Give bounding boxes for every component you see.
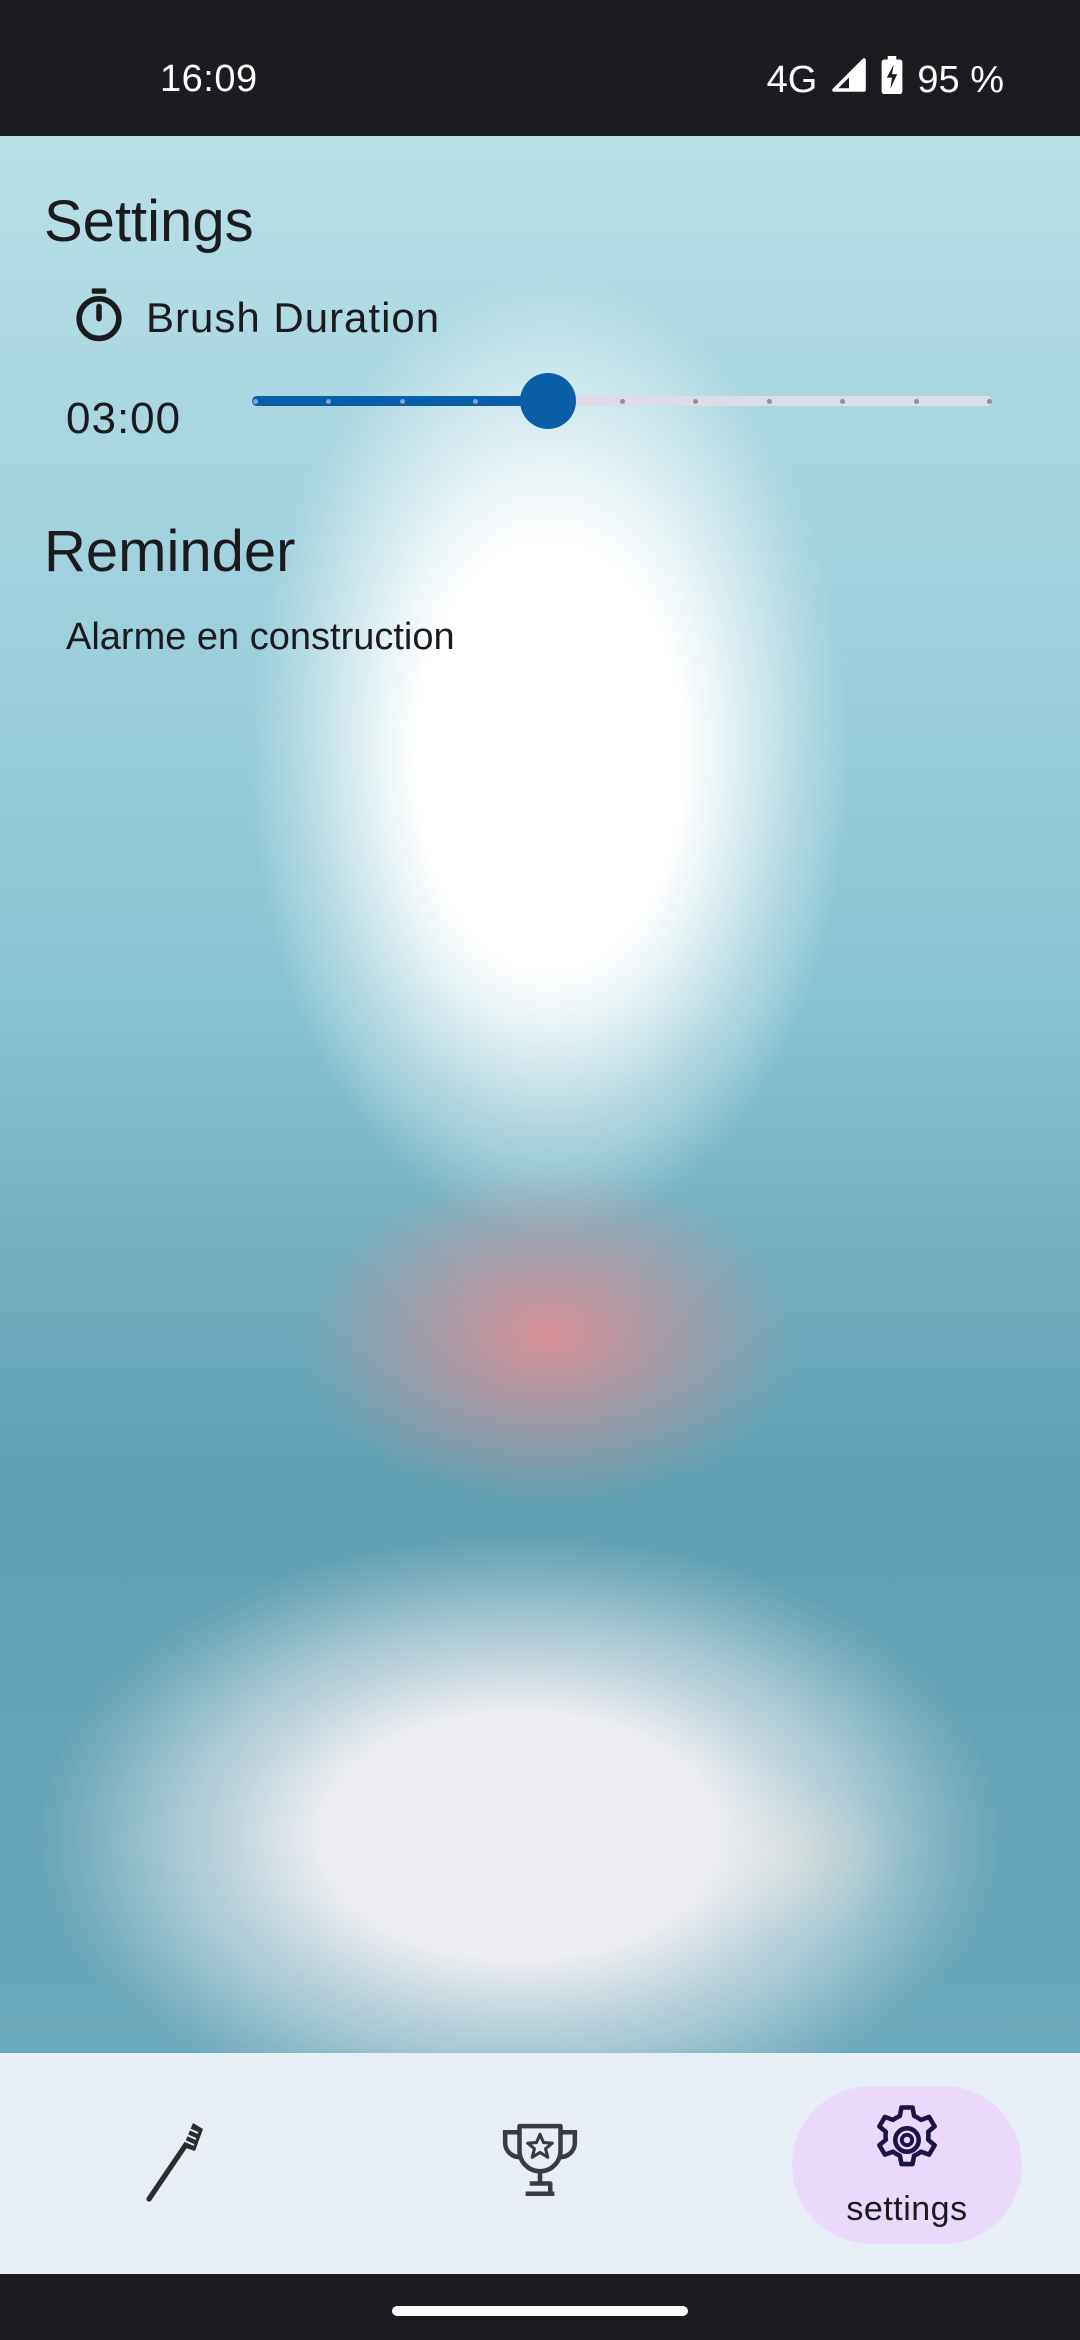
slider-tick [473, 399, 478, 404]
reminder-title: Reminder [44, 519, 296, 584]
slider-tick [693, 399, 698, 404]
slider-tick [767, 399, 772, 404]
slider-tick [987, 399, 992, 404]
battery-level: 95 % [917, 59, 1004, 101]
slider-tick [253, 399, 258, 404]
status-bar: 16:09 4G 95 % [0, 0, 1080, 136]
brush-duration-label: Brush Duration [146, 293, 441, 341]
status-icons: 4G 95 % [767, 56, 1004, 104]
slider-tick [620, 399, 625, 404]
battery-charging-icon [881, 56, 903, 104]
brush-duration-header: Brush Duration [70, 286, 440, 349]
home-gesture-handle[interactable] [392, 2306, 688, 2316]
slider-thumb[interactable] [520, 373, 576, 429]
gear-icon [868, 2101, 946, 2184]
page-title: Settings [44, 189, 254, 254]
status-time: 16:09 [160, 58, 258, 100]
nav-item-settings[interactable]: settings [792, 2086, 1022, 2244]
nav-item-trophy[interactable] [465, 2053, 615, 2274]
app-screen: 16:09 4G 95 % Settings Brush Duration 03… [0, 0, 1080, 2340]
trophy-icon [499, 2122, 581, 2205]
timer-icon [70, 286, 128, 349]
reminder-text: Alarme en construction [66, 616, 455, 658]
duration-value: 03:00 [66, 394, 182, 443]
slider-tick [400, 399, 405, 404]
gesture-bar [0, 2274, 1080, 2340]
signal-icon [831, 57, 867, 103]
bottom-navigation: settings [0, 2053, 1080, 2274]
slider-tick [914, 399, 919, 404]
duration-slider[interactable] [252, 372, 992, 429]
slider-tick [840, 399, 845, 404]
slider-tick [326, 399, 331, 404]
network-type: 4G [766, 59, 818, 101]
toothbrush-icon [143, 2119, 207, 2208]
nav-settings-label: settings [846, 2190, 968, 2228]
settings-page: Settings Brush Duration 03:00 Reminder A… [0, 136, 1080, 2053]
nav-item-brush[interactable] [100, 2053, 250, 2274]
